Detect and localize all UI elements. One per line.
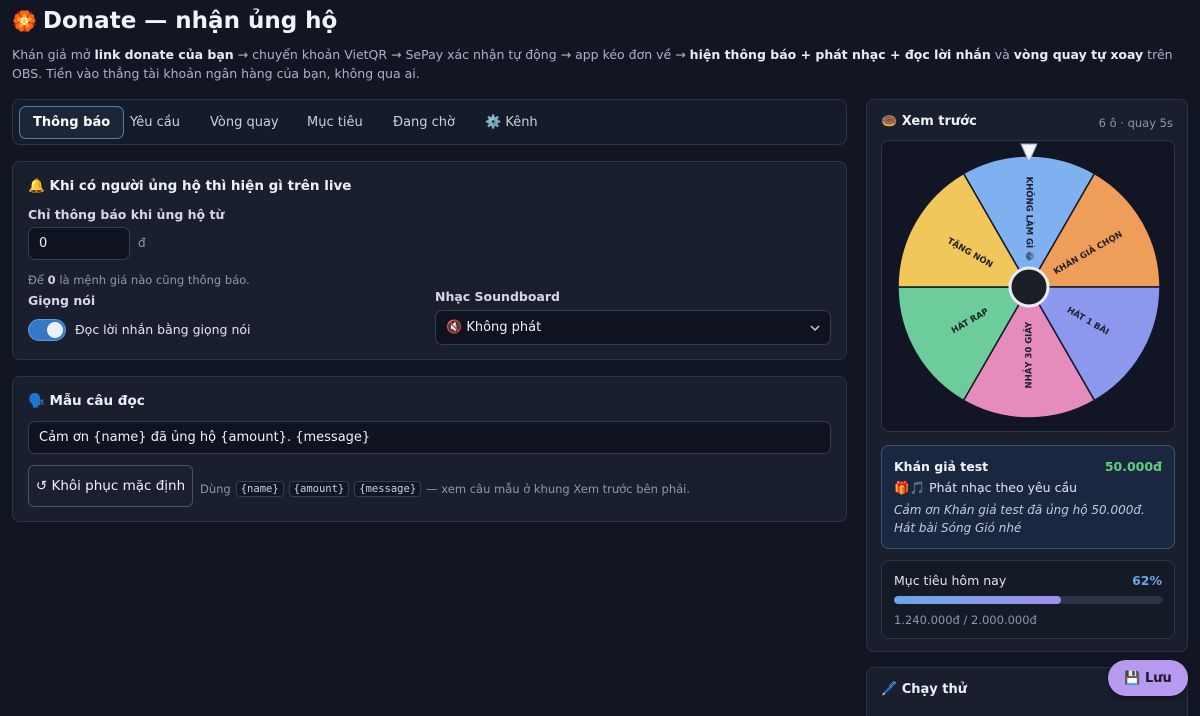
toggle-knob bbox=[47, 322, 63, 338]
page-title-text: Donate — nhận ủng hộ bbox=[42, 8, 338, 34]
voice-toggle[interactable] bbox=[28, 319, 66, 341]
donor-message: Cảm ơn Khán giả test đã ủng hộ 50.000đ. … bbox=[894, 503, 1145, 535]
goal-progress-bar bbox=[894, 596, 1163, 604]
template-input[interactable]: Cảm ơn {name} đã ủng hộ {amount}. {messa… bbox=[28, 421, 831, 454]
min-amount-hint: Để 0 là mệnh giá nào cũng thông báo. bbox=[28, 273, 250, 287]
tab-yeu-cau[interactable]: Yêu cầu bbox=[116, 106, 194, 139]
min-amount-label: Chỉ thông báo khi ủng hộ từ bbox=[28, 207, 225, 222]
token-amount: {amount} bbox=[288, 481, 350, 497]
currency-unit: đ bbox=[138, 236, 146, 250]
voice-toggle-label: Đọc lời nhắn bằng giọng nói bbox=[75, 322, 251, 337]
donor-amount: 50.000đ bbox=[1104, 459, 1162, 474]
voice-label: Giọng nói bbox=[28, 293, 96, 308]
donor-action: 🎁🎵 Phát nhạc theo yêu cầu bbox=[894, 480, 1078, 495]
donor-alert-preview: Khán giả test 50.000đ 🎁🎵 Phát nhạc theo … bbox=[881, 445, 1175, 549]
tab-thong-bao[interactable]: Thông báo bbox=[19, 106, 125, 139]
goal-percent: 62% bbox=[1132, 573, 1162, 588]
subtitle-part: → chuyển khoản VietQR → SePay xác nhận t… bbox=[233, 47, 690, 62]
subtitle-part: link donate của bạn bbox=[94, 47, 234, 62]
save-button[interactable]: 💾 Lưu bbox=[1108, 660, 1188, 696]
alert-settings-card: 🔔 Khi có người ủng hộ thì hiện gì trên l… bbox=[12, 161, 847, 360]
subtitle-part: hiện thông báo + phát nhạc + đọc lời nhắ… bbox=[689, 47, 991, 62]
chevron-down-icon bbox=[810, 323, 820, 333]
wheel-segment-label: NHẢY 30 GIÂY bbox=[1023, 321, 1035, 389]
preview-panel: 🍩 Xem trước 6 ô · quay 5s KHÔNG LÀM GÌ 😂… bbox=[866, 99, 1188, 652]
tab-dang-cho[interactable]: Đang chờ bbox=[379, 106, 469, 139]
alert-section-title: 🔔 Khi có người ủng hộ thì hiện gì trên l… bbox=[28, 178, 352, 194]
token-message: {message} bbox=[354, 481, 422, 497]
prize-wheel: KHÔNG LÀM GÌ 😂 KHÁN GIẢ CHỌNHÁT 1 BÀINHẢY… bbox=[897, 143, 1161, 419]
token-name: {name} bbox=[235, 481, 284, 497]
donor-name: Khán giả test bbox=[894, 459, 989, 474]
wheel-hub bbox=[1008, 266, 1050, 308]
template-hint: Dùng {name} {amount} {message} — xem câu… bbox=[200, 481, 691, 497]
flower-icon: 🏵️ bbox=[12, 9, 37, 33]
goal-progress-fill bbox=[894, 596, 1061, 604]
template-section-title: 🗣️ Mẫu câu đọc bbox=[28, 393, 145, 409]
subtitle-part: Khán giả mở bbox=[12, 47, 95, 62]
page-subtitle: Khán giả mở link donate của bạn → chuyển… bbox=[12, 45, 1188, 83]
tab-bar: Thông báo Yêu cầu Vòng quay Mục tiêu Đan… bbox=[12, 99, 847, 145]
wheel-meta: 6 ô · quay 5s bbox=[1098, 116, 1173, 130]
goal-label: Mục tiêu hôm nay bbox=[894, 573, 1007, 588]
subtitle-part: và bbox=[990, 47, 1014, 62]
subtitle-part: vòng quay tự xoay bbox=[1013, 47, 1144, 62]
goal-preview: Mục tiêu hôm nay 62% 1.240.000đ / 2.000.… bbox=[881, 560, 1175, 639]
tab-vong-quay[interactable]: Vòng quay bbox=[196, 106, 293, 139]
tab-kenh[interactable]: ⚙️ Kênh bbox=[471, 106, 552, 139]
wheel-segment-label: KHÔNG LÀM GÌ 😂 bbox=[1024, 177, 1036, 261]
goal-amount: 1.240.000đ / 2.000.000đ bbox=[894, 613, 1037, 627]
wheel-preview: KHÔNG LÀM GÌ 😂 KHÁN GIẢ CHỌN HÁT 1 BÀI NHẢY… bbox=[881, 140, 1175, 432]
min-amount-input[interactable]: 0 bbox=[28, 227, 130, 260]
reset-default-button[interactable]: ↺ Khôi phục mặc định bbox=[28, 465, 193, 507]
page-title: 🏵️ Donate — nhận ủng hộ bbox=[12, 8, 337, 34]
soundboard-selected-value: 🔇 Không phát bbox=[446, 320, 542, 335]
soundboard-label: Nhạc Soundboard bbox=[435, 289, 560, 304]
soundboard-select[interactable]: 🔇 Không phát bbox=[435, 310, 831, 345]
test-run-title: 🖊️ Chạy thử bbox=[881, 682, 968, 697]
template-card: 🗣️ Mẫu câu đọc Cảm ơn {name} đã ủng hộ {… bbox=[12, 376, 847, 522]
tab-muc-tieu[interactable]: Mục tiêu bbox=[293, 106, 377, 139]
preview-title: 🍩 Xem trước bbox=[881, 114, 977, 129]
